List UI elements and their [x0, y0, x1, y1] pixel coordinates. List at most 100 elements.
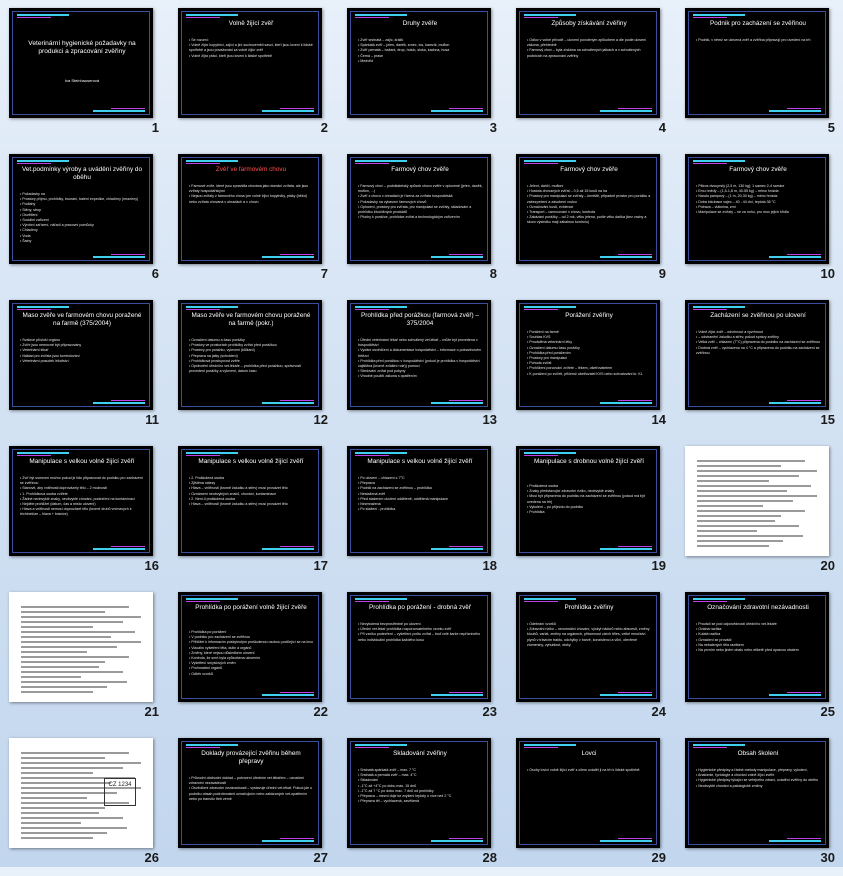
slide-thumbnail-cell[interactable]: Farmový chov zvěře • Pštros dvouprstý (2,… [676, 146, 843, 292]
decorative-accent-bar [524, 17, 558, 18]
slide-bullet-line: • Po stažení - prohlídka [358, 507, 396, 512]
slide-thumbnail-cell[interactable]: Zacházení se zvěřinou po ulovení • Volně … [676, 292, 843, 438]
slide-bullet-line: • Medvěd [358, 58, 374, 63]
slide-thumbnail-cell[interactable]: Farmový chov zvěře • Farmový chov – podni… [338, 146, 507, 292]
slide-thumbnail-cell[interactable]: Doklady provázející zvěřinu během přepra… [169, 730, 338, 876]
decorative-accent-bar [280, 254, 314, 255]
slide-thumbnail[interactable]: Zvěř ve farmovém chovu • Farmové zvíře, k… [178, 154, 322, 264]
slide-thumbnail-cell[interactable]: CZ 1234 26 [0, 730, 169, 876]
slide-thumbnail-cell[interactable]: Obsah školení • Hygienické předpisy a řád… [676, 730, 843, 876]
slide-bullet-line: • Oplocení, prostory pro zvířata, pro ma… [358, 204, 472, 215]
slide-thumbnail[interactable]: Způsoby získávání zvěřiny • Odlov v volné… [516, 8, 660, 118]
slide-thumbnail-cell[interactable]: Manipulace s velkou volně žijící zvěří • … [338, 438, 507, 584]
slide-thumbnail[interactable]: Manipulace s drobnou volně žijící zvěří •… [516, 446, 660, 556]
decorative-accent-bar [524, 452, 576, 454]
slide-thumbnail-cell[interactable]: Podnik pro zacházení se zvěřinou • Podnik… [676, 0, 843, 146]
decorative-accent-bar [186, 452, 238, 454]
slide-thumbnail[interactable]: Prohlídka před porážkou (farmová zvěř) –… [347, 300, 491, 410]
slide-thumbnail-cell[interactable]: Označování zdravotní nezávadnosti • Prová… [676, 584, 843, 730]
slide-title: Farmový chov zvěře [729, 166, 787, 173]
slide-thumbnail-cell[interactable]: Druhy zvěře • Zvěř srstnatá – zajíc, král… [338, 0, 507, 146]
slide-thumbnail[interactable] [685, 446, 829, 556]
decorative-accent-bar [280, 838, 314, 839]
slide-thumbnail[interactable]: Lovci • Osoby lovící volně žijící zvěř s … [516, 738, 660, 848]
slide-thumbnail-cell[interactable]: Volně žijící zvěř • Se rozumí: • Volně žij… [169, 0, 338, 146]
slide-thumbnail[interactable]: Volně žijící zvěř • Se rozumí: • Volně žij… [178, 8, 322, 118]
decorative-accent-bar [17, 14, 69, 16]
slide-thumbnail-cell[interactable]: Manipulace s velkou volně žijící zvěří • … [169, 438, 338, 584]
slide-thumbnail-cell[interactable]: 20 [676, 438, 843, 584]
slide-thumbnail[interactable]: Manipulace s velkou volně žijící zvěří • … [178, 446, 322, 556]
slide-bullet-line: • Manipulace se zvířaty – ne za nohu, pr… [696, 210, 789, 215]
slide-thumbnail-cell[interactable]: Manipulace s drobnou volně žijící zvěří •… [507, 438, 676, 584]
slide-thumbnail[interactable]: Maso zvěře ve farmovém chovu poražené na… [178, 300, 322, 410]
slide-thumbnail-cell[interactable]: Lovci • Osoby lovící volně žijící zvěř s … [507, 730, 676, 876]
slide-thumbnail[interactable]: Farmový chov zvěře • Farmový chov – podni… [347, 154, 491, 264]
slide-thumbnail[interactable]: Doklady provázející zvěřinu během přepra… [178, 738, 322, 848]
slide-thumbnail-cell[interactable]: Manipulace s velkou volně žijící zvěří • … [0, 438, 169, 584]
slide-thumbnail-cell[interactable]: Skladování zvěřiny • Srstnatá spárkatá zv… [338, 730, 507, 876]
slide-thumbnail[interactable]: Prohlídka po porážení - drobná zvěř • Nev… [347, 592, 491, 702]
slide-title: Způsoby získávání zvěřiny [551, 20, 627, 27]
slide-thumbnail[interactable]: Skladování zvěřiny • Srstnatá spárkatá zv… [347, 738, 491, 848]
slide-thumbnail[interactable]: Maso zvěře ve farmovém chovu poražené na… [9, 300, 153, 410]
slide-body: • Zvěř srstnatá – zajíc, králík • Spárkat… [358, 38, 483, 64]
slide-thumbnail[interactable]: Podnik pro zacházení se zvěřinou • Podnik… [685, 8, 829, 118]
slide-number: 13 [482, 412, 497, 427]
decorative-accent-bar [618, 838, 652, 839]
slide-thumbnail-cell[interactable]: Prohlídka po porážení - drobná zvěř • Nev… [338, 584, 507, 730]
slide-thumbnail[interactable]: Obsah školení • Hygienické předpisy a řád… [685, 738, 829, 848]
slide-thumbnail[interactable]: Manipulace s velkou volně žijící zvěří • … [9, 446, 153, 556]
decorative-accent-bar [431, 256, 483, 258]
decorative-accent-bar [280, 400, 314, 401]
slide-thumbnail-cell[interactable]: Prohlídka zvěřiny • Odebrání vzorků • Zdra… [507, 584, 676, 730]
slide-thumbnail[interactable]: CZ 1234 [9, 738, 153, 848]
slide-thumbnail[interactable]: Farmový chov zvěře • Pštros dvouprstý (2,… [685, 154, 829, 264]
decorative-accent-bar [600, 256, 652, 258]
slide-number: 23 [482, 704, 497, 719]
slide-thumbnail[interactable]: Zacházení se zvěřinou po ulovení • Volně … [685, 300, 829, 410]
slide-thumbnail-cell[interactable]: Zvěř ve farmovém chovu • Farmové zvíře, k… [169, 146, 338, 292]
slide-thumbnail-cell[interactable]: Maso zvěře ve farmovém chovu poražené na… [169, 292, 338, 438]
slide-thumbnail-cell[interactable]: Prohlídka před porážkou (farmová zvěř) –… [338, 292, 507, 438]
slide-thumbnail[interactable]: Prohlídka po porážení volně žijící zvěře… [178, 592, 322, 702]
decorative-accent-bar [787, 254, 821, 255]
slide-thumbnail[interactable]: Veterinární hygienické požadavky na prod… [9, 8, 153, 118]
slide-number: 1 [151, 120, 159, 135]
slide-thumbnail[interactable]: Manipulace s velkou volně žijící zvěří • … [347, 446, 491, 556]
slide-number: 20 [820, 558, 835, 573]
slide-title: Prohlídka po porážení volně žijící zvěře [195, 604, 307, 611]
slide-thumbnail[interactable]: Vet.podmínky výroby a uvádění zvěřiny do… [9, 154, 153, 264]
slide-thumbnail-cell[interactable]: Porážení zvěřiny • Porážení na farmě • Sou… [507, 292, 676, 438]
slide-bullet-line: • Prostory příjmu, prohlídky, bourání, b… [20, 197, 139, 202]
slide-thumbnail[interactable]: Farmový chov zvěře • Jelení, daňčí, muflo… [516, 154, 660, 264]
slide-thumbnail-cell[interactable]: Veterinární hygienické požadavky na prod… [0, 0, 169, 146]
slide-title: Prohlídka zvěřiny [564, 604, 614, 611]
slide-bullet-line: • Musí být připravena do podniku na zach… [527, 494, 645, 504]
slide-thumbnail-cell[interactable]: Prohlídka po porážení volně žijící zvěře… [169, 584, 338, 730]
decorative-accent-bar [693, 160, 745, 162]
slide-thumbnail-cell[interactable]: Farmový chov zvěře • Jelení, daňčí, muflo… [507, 146, 676, 292]
slide-thumbnail-cell[interactable]: Maso zvěře ve farmovém chovu poražené na… [0, 292, 169, 438]
slide-thumbnail[interactable]: Prohlídka zvěřiny • Odebrání vzorků • Zdra… [516, 592, 660, 702]
slide-body: • Jelení, daňčí, mufloní • Hustota chovan… [527, 184, 652, 226]
slide-bullet-line: • Šatny [20, 238, 32, 243]
slide-body: • Prohlídka po porážení • V podniku pro z… [189, 630, 314, 677]
slide-number: 4 [658, 120, 666, 135]
slide-thumbnail-cell[interactable]: Vet.podmínky výroby a uvádění zvěřiny do… [0, 146, 169, 292]
decorative-accent-bar [111, 546, 145, 547]
slide-thumbnail[interactable] [9, 592, 153, 702]
decorative-accent-bar [93, 256, 145, 258]
slide-thumbnail-cell[interactable]: 21 [0, 584, 169, 730]
slide-thumbnail[interactable]: Označování zdravotní nezávadnosti • Prová… [685, 592, 829, 702]
slide-number: 15 [820, 412, 835, 427]
slide-thumbnail-cell[interactable]: Způsoby získávání zvěřiny • Odlov v volné… [507, 0, 676, 146]
decorative-accent-bar [431, 694, 483, 696]
slide-number: 14 [651, 412, 666, 427]
slide-thumbnail[interactable]: Porážení zvěřiny • Porážení na farmě • Sou… [516, 300, 660, 410]
decorative-accent-bar [693, 163, 727, 164]
decorative-accent-bar [186, 598, 238, 600]
slide-title: Manipulace s velkou volně žijící zvěří [367, 458, 473, 465]
slide-thumbnail[interactable]: Druhy zvěře • Zvěř srstnatá – zajíc, král… [347, 8, 491, 118]
slide-bullet-line: • Hygienické předpisy týkající se veřejn… [696, 778, 819, 783]
